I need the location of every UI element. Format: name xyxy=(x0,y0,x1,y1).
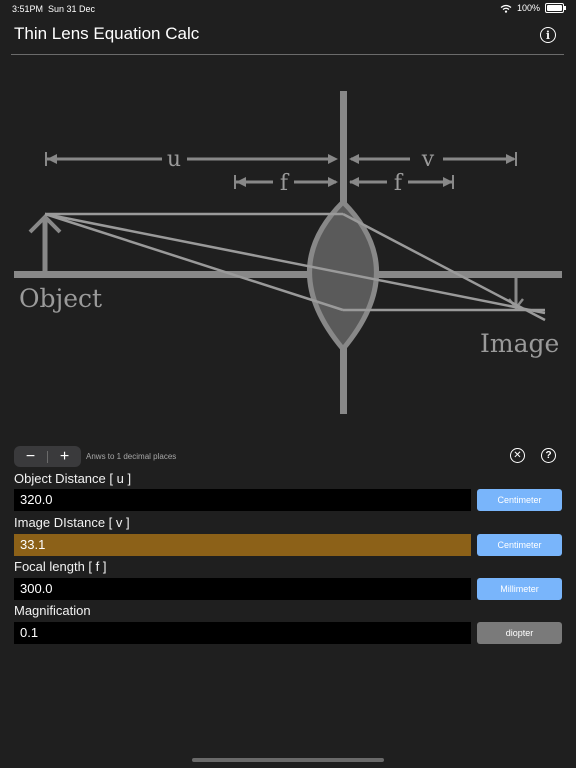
focal-length-input[interactable]: 300.0 xyxy=(14,578,471,600)
page-title: Thin Lens Equation Calc xyxy=(14,24,200,43)
magnification-label: Magnification xyxy=(14,603,91,618)
header-divider xyxy=(11,54,564,55)
object-distance-unit-button[interactable]: Centimeter xyxy=(477,489,562,511)
status-bar: 3:51PM Sun 31 Dec 100% xyxy=(0,0,576,18)
focal-length-label: Focal length [ f ] xyxy=(14,559,107,574)
increase-decimals-button[interactable]: + xyxy=(48,446,81,467)
status-date: Sun 31 Dec xyxy=(48,4,96,14)
focal-length-unit-button[interactable]: Millimeter xyxy=(477,578,562,600)
image-distance-input[interactable]: 33.1 xyxy=(14,534,471,556)
label-f-left: f xyxy=(280,171,290,196)
light-rays xyxy=(44,212,546,322)
label-u: u xyxy=(167,147,181,172)
lens-diagram: u v f f Object Image xyxy=(14,91,562,414)
label-image: Image xyxy=(480,329,559,358)
image-distance-label: Image DIstance [ v ] xyxy=(14,515,130,530)
object-distance-input[interactable]: 320.0 xyxy=(14,489,471,511)
help-question-icon[interactable]: ? xyxy=(541,448,556,463)
magnification-unit-button[interactable]: diopter xyxy=(477,622,562,644)
home-indicator[interactable] xyxy=(192,758,384,762)
battery-percent: 100% xyxy=(516,3,540,13)
object-distance-label: Object Distance [ u ] xyxy=(14,471,132,486)
decimal-stepper[interactable]: − + xyxy=(14,446,81,467)
status-right: 100% xyxy=(500,3,566,13)
lens-shape xyxy=(307,198,379,353)
magnification-input[interactable]: 0.1 xyxy=(14,622,471,644)
label-f-right: f xyxy=(394,171,404,196)
info-icon[interactable]: i xyxy=(540,27,556,43)
clear-circle-x-icon[interactable]: ✕ xyxy=(510,448,525,463)
wifi-icon xyxy=(500,4,512,13)
decrease-decimals-button[interactable]: − xyxy=(14,446,47,467)
image-distance-unit-button[interactable]: Centimeter xyxy=(477,534,562,556)
optical-axis xyxy=(14,271,562,278)
status-time: 3:51PM xyxy=(12,4,44,14)
decimal-places-text: Anws to 1 decimal places xyxy=(86,452,177,461)
label-v: v xyxy=(421,147,435,172)
battery-icon xyxy=(545,3,566,13)
label-object: Object xyxy=(19,284,102,313)
